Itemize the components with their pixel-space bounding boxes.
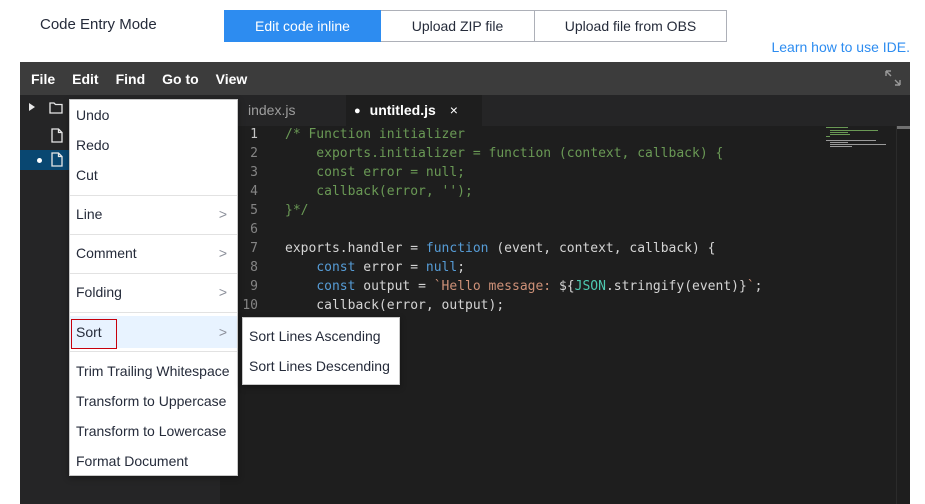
code-minimap[interactable] (826, 126, 890, 166)
menu-item-redo[interactable]: Redo (70, 130, 237, 160)
fullscreen-expand-icon[interactable] (884, 69, 902, 87)
code-line: }*/ (285, 203, 309, 218)
menu-item-label: Transform to Uppercase (76, 393, 227, 409)
menu-item-comment[interactable]: Comment > (70, 238, 237, 268)
menu-item-cut[interactable]: Cut (70, 160, 237, 190)
file-icon (51, 128, 63, 148)
menu-go-to[interactable]: Go to (162, 71, 199, 87)
menu-item-transform-uppercase[interactable]: Transform to Uppercase (70, 386, 237, 416)
editor-context-menu: Undo Redo Cut Line > Comment > Folding > So… (69, 99, 238, 476)
code-line: callback(error, output); (285, 298, 505, 313)
menu-file[interactable]: File (31, 71, 55, 87)
menu-item-label: Cut (76, 167, 98, 183)
folder-icon (49, 101, 63, 119)
tab-upload-file-from-obs[interactable]: Upload file from OBS (535, 10, 727, 42)
menu-item-folding[interactable]: Folding > (70, 277, 237, 307)
sort-submenu: Sort Lines Ascending Sort Lines Descendi… (242, 317, 400, 385)
menu-item-sort-descending[interactable]: Sort Lines Descending (243, 351, 399, 381)
menu-item-line[interactable]: Line > (70, 199, 237, 229)
chevron-right-icon: > (218, 206, 227, 222)
menu-item-label: Undo (76, 107, 110, 123)
learn-ide-link[interactable]: Learn how to use IDE. (771, 39, 910, 55)
code-entry-mode-tabs: Edit code inline Upload ZIP file Upload … (224, 10, 727, 42)
close-icon[interactable]: × (450, 102, 458, 118)
modified-dot-icon: ● (354, 105, 361, 117)
chevron-right-icon: > (218, 284, 227, 300)
menu-divider (70, 312, 237, 313)
tab-edit-code-inline[interactable]: Edit code inline (224, 10, 381, 42)
menu-item-label: Format Document (76, 453, 189, 469)
code-line: /* Function initializer (285, 127, 466, 142)
code-editor[interactable]: 1 2 3 4 5 6 7 8 9 10 /* Function initial… (220, 126, 910, 504)
code-line: const output = `Hello message: ${JSON.st… (316, 279, 763, 294)
menu-item-label: Transform to Lowercase (76, 423, 227, 439)
menu-divider (70, 195, 237, 196)
menu-item-label: Comment (76, 245, 137, 261)
code-line: callback(error, ''); (285, 184, 473, 199)
tab-label: untitled.js (369, 102, 436, 118)
menu-item-undo[interactable]: Undo (70, 100, 237, 130)
chevron-right-icon: > (218, 245, 227, 261)
menu-item-sort[interactable]: Sort > (70, 316, 237, 349)
tab-label: index.js (248, 102, 296, 118)
file-icon (51, 152, 63, 172)
code-line: exports.handler = function (event, conte… (285, 241, 716, 256)
tab-untitled-js[interactable]: ● untitled.js × (346, 95, 482, 126)
menu-edit[interactable]: Edit (72, 71, 98, 87)
code-line: const error = null; (316, 260, 466, 275)
menu-item-label: Trim Trailing Whitespace (76, 363, 230, 379)
ide-menubar: File Edit Find Go to View (20, 62, 910, 95)
menu-item-format-document[interactable]: Format Document (70, 446, 237, 476)
tab-index-js[interactable]: index.js (248, 95, 346, 126)
menu-item-sort-ascending[interactable]: Sort Lines Ascending (243, 321, 399, 351)
menu-item-label: Redo (76, 137, 110, 153)
menu-divider (70, 273, 237, 274)
expand-arrow-icon[interactable] (29, 103, 35, 111)
editor-scrollbar[interactable] (896, 126, 910, 504)
code-entry-mode-label: Code Entry Mode (40, 16, 157, 33)
chevron-right-icon: > (218, 324, 227, 340)
menu-item-label: Line (76, 206, 103, 222)
modified-dot-icon (37, 158, 42, 163)
code-line: const error = null; (285, 165, 466, 180)
scrollbar-thumb[interactable] (897, 126, 910, 129)
menu-divider (70, 351, 237, 352)
menu-view[interactable]: View (216, 71, 248, 87)
menu-item-transform-lowercase[interactable]: Transform to Lowercase (70, 416, 237, 446)
menu-find[interactable]: Find (116, 71, 146, 87)
editor-tabs: index.js ● untitled.js × (220, 95, 910, 126)
code-line: exports.initializer = function (context,… (285, 146, 724, 161)
tab-upload-zip-file[interactable]: Upload ZIP file (381, 10, 535, 42)
menu-item-label: Folding (76, 284, 122, 300)
sort-highlight-box (71, 319, 117, 349)
menu-item-trim-trailing-whitespace[interactable]: Trim Trailing Whitespace (70, 356, 237, 386)
menu-divider (70, 234, 237, 235)
